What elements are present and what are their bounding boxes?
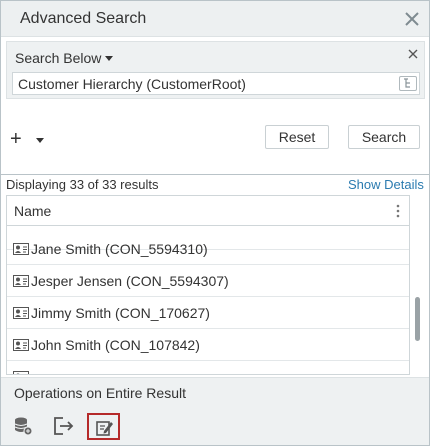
divider bbox=[1, 174, 429, 175]
contact-card-icon bbox=[13, 307, 29, 319]
chevron-down-icon[interactable] bbox=[105, 56, 113, 61]
column-header-name[interactable]: Name bbox=[14, 203, 51, 219]
bulk-edit-icon bbox=[96, 421, 113, 436]
table-row[interactable]: Jane Smith (CON_5594310) bbox=[7, 233, 409, 265]
table-row[interactable] bbox=[7, 361, 409, 374]
search-button[interactable]: Search bbox=[348, 125, 420, 149]
table-row[interactable]: Jesper Jensen (CON_5594307) bbox=[7, 265, 409, 297]
plus-icon: + bbox=[10, 128, 22, 150]
contact-card-icon bbox=[13, 275, 29, 287]
operations-title: Operations on Entire Result bbox=[14, 385, 186, 401]
close-icon[interactable] bbox=[403, 10, 421, 28]
dialog-title: Advanced Search bbox=[20, 10, 147, 27]
row-name: Jesper Jensen (CON_5594307) bbox=[31, 273, 229, 289]
remove-scope-icon[interactable] bbox=[407, 48, 419, 60]
row-name: Jimmy Smith (CON_170627) bbox=[31, 305, 210, 321]
scrollbar-thumb[interactable] bbox=[415, 297, 420, 341]
column-menu-icon[interactable] bbox=[396, 204, 400, 218]
results-count: Displaying 33 of 33 results bbox=[6, 177, 159, 192]
operations-bar: Operations on Entire Result bbox=[1, 377, 429, 445]
bulk-edit-button[interactable] bbox=[87, 413, 120, 440]
chevron-down-icon bbox=[36, 138, 44, 143]
scope-field-value: Customer Hierarchy (CustomerRoot) bbox=[18, 76, 246, 92]
row-name: John Smith (CON_107842) bbox=[31, 337, 200, 353]
export-button[interactable] bbox=[50, 413, 76, 439]
table-row[interactable]: Jimmy Smith (CON_170627) bbox=[7, 297, 409, 329]
contact-card-icon bbox=[13, 371, 29, 374]
search-scope-dropdown[interactable]: Search Below bbox=[15, 50, 101, 66]
results-grid: Name Jane Smith (CON_5594310) Jesper Jen… bbox=[6, 195, 410, 375]
advanced-search-panel: Advanced Search Search Below Customer Hi… bbox=[0, 0, 430, 446]
title-bar: Advanced Search bbox=[1, 1, 429, 37]
database-button[interactable] bbox=[10, 413, 36, 439]
grid-header: Name bbox=[7, 196, 409, 226]
tree-picker-icon[interactable] bbox=[399, 76, 417, 91]
search-scope-box: Search Below Customer Hierarchy (Custome… bbox=[6, 41, 425, 99]
database-icon bbox=[14, 417, 33, 436]
show-details-link[interactable]: Show Details bbox=[348, 177, 424, 192]
contact-card-icon bbox=[13, 339, 29, 351]
scope-field[interactable]: Customer Hierarchy (CustomerRoot) bbox=[12, 72, 420, 95]
table-row[interactable]: John Smith (CON_107842) bbox=[7, 329, 409, 361]
export-icon bbox=[54, 417, 74, 435]
add-criteria-button[interactable]: + bbox=[10, 128, 46, 151]
grid-body: Jane Smith (CON_5594310) Jesper Jensen (… bbox=[7, 227, 409, 374]
contact-card-icon bbox=[13, 243, 29, 255]
reset-button[interactable]: Reset bbox=[265, 125, 329, 149]
row-name: Jane Smith (CON_5594310) bbox=[31, 241, 208, 257]
